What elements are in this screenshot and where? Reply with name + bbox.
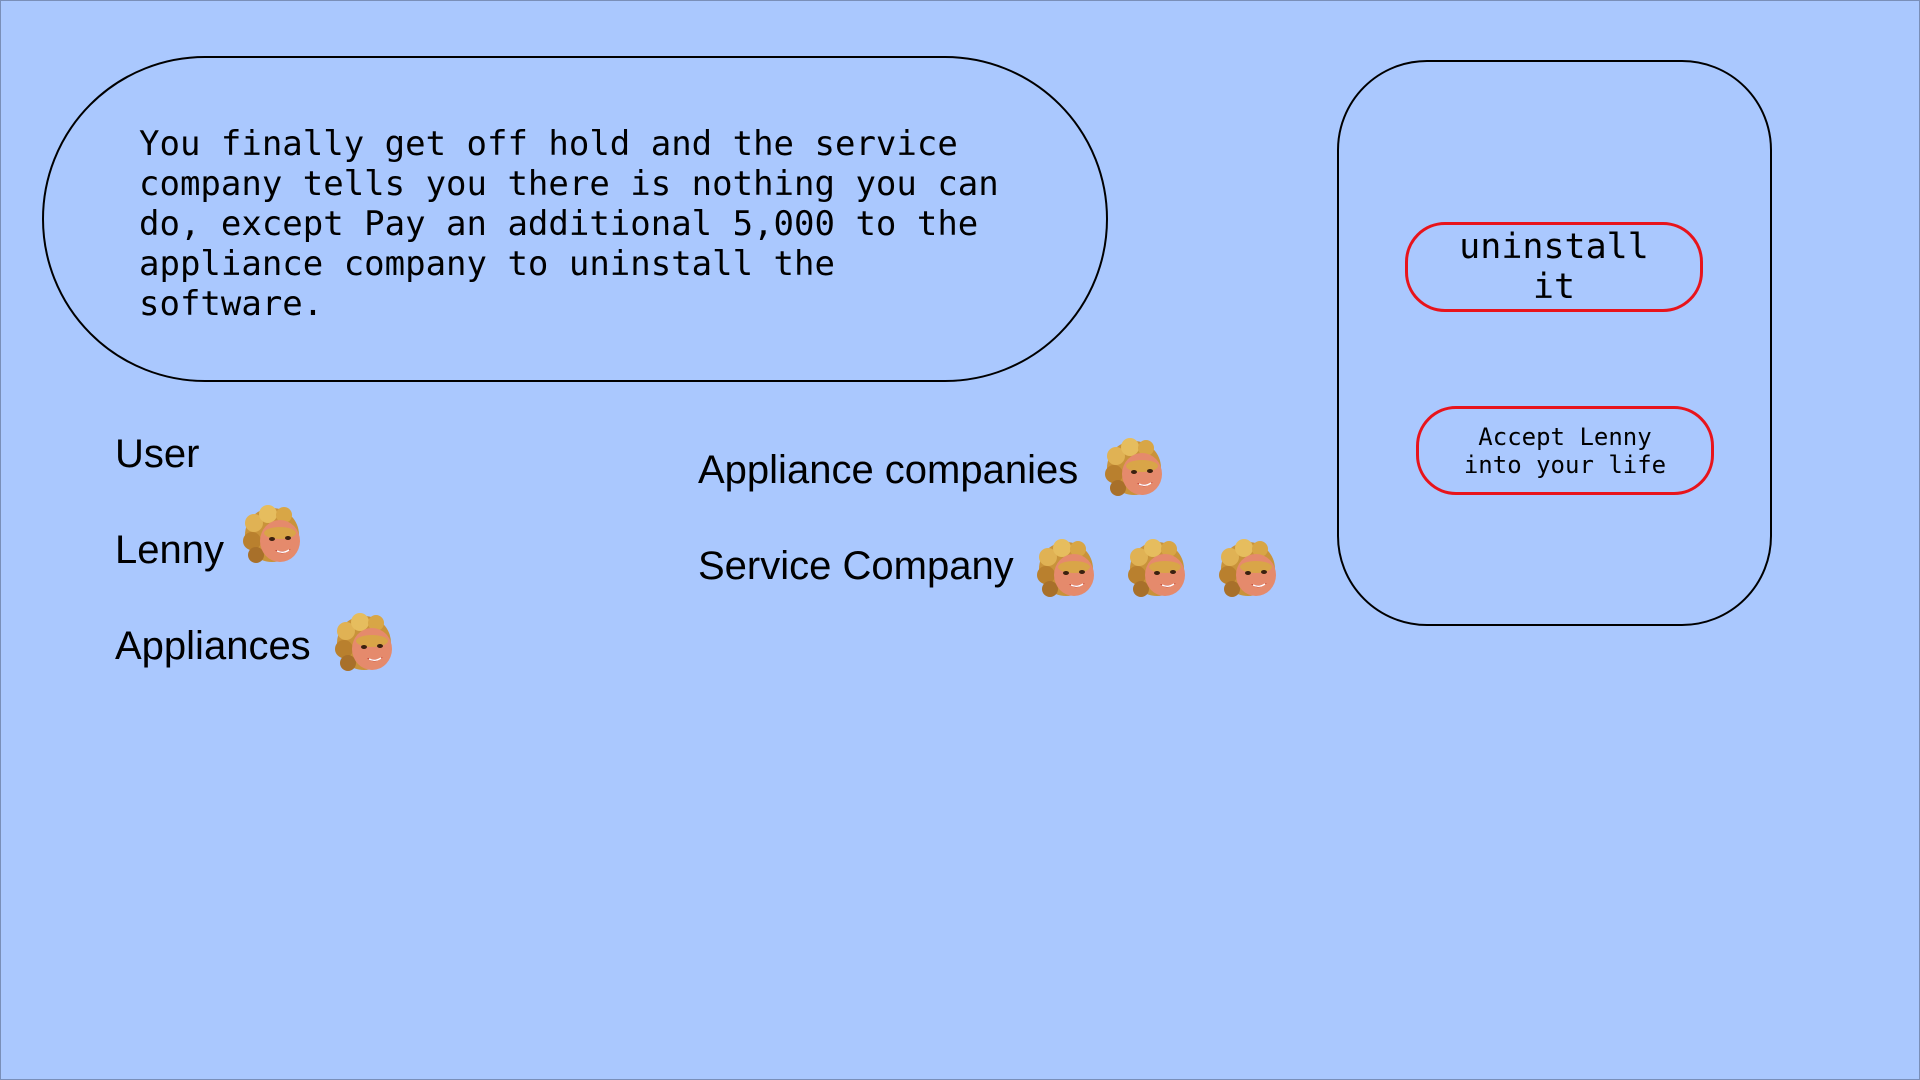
accept-lenny-button[interactable]: Accept Lenny into your life <box>1416 406 1714 495</box>
lenny-face-icon <box>1036 539 1102 605</box>
choice-panel <box>1337 60 1772 626</box>
lenny-label: Lenny <box>115 528 224 572</box>
lenny-face-icon <box>334 613 400 679</box>
service-company-label: Service Company <box>698 544 1014 588</box>
lenny-face-icon <box>1218 539 1284 605</box>
story-text: You finally get off hold and the service… <box>139 124 999 324</box>
lenny-face-icon <box>1127 539 1193 605</box>
user-label: User <box>115 432 200 476</box>
appliance-companies-label: Appliance companies <box>698 448 1079 492</box>
lenny-face-icon <box>242 505 308 571</box>
lenny-face-icon <box>1104 438 1170 504</box>
appliances-label: Appliances <box>115 624 311 668</box>
uninstall-button[interactable]: uninstall it <box>1405 222 1703 312</box>
